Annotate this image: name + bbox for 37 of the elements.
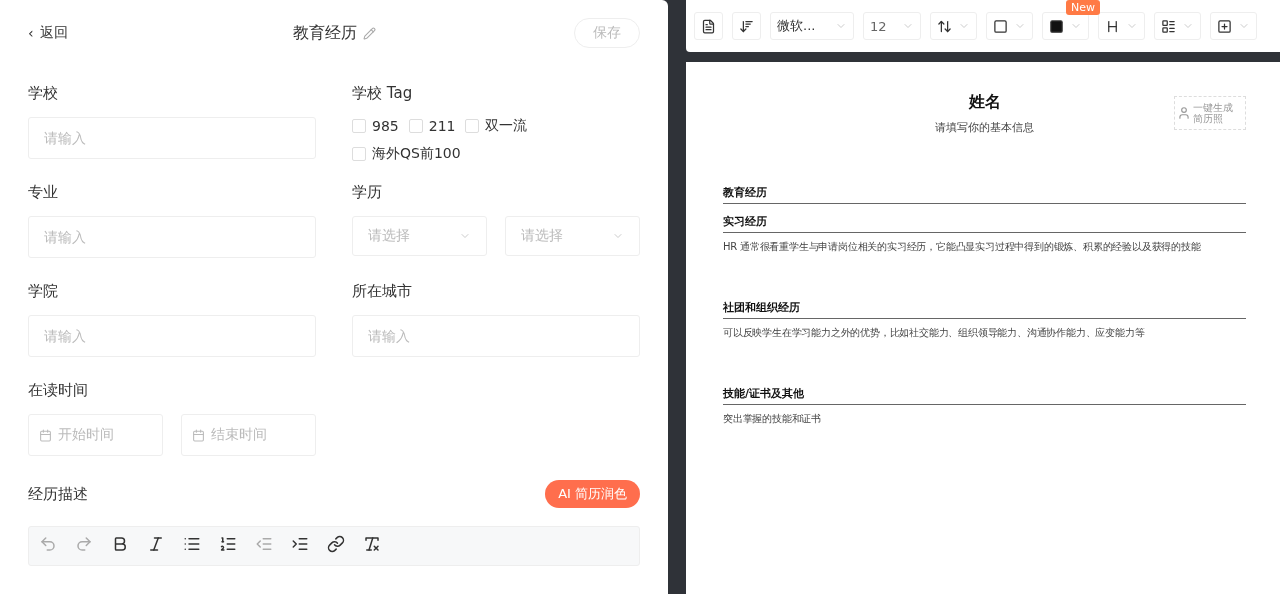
back-link[interactable]: ‹ 返回 — [28, 24, 248, 42]
field-label: 所在城市 — [352, 282, 413, 301]
select-field[interactable]: 请选择 — [505, 216, 640, 256]
select-field[interactable]: 请选择 — [352, 216, 487, 256]
text-field[interactable]: 请输入 — [352, 315, 640, 357]
section-text: 可以反映学生在学习能力之外的优势，比如社交能力、组织领导能力、沟通协作能力、应变能力等 — [723, 326, 1146, 340]
checkbox-label: 双一流 — [485, 117, 528, 135]
section-title: 教育经历 — [723, 185, 1246, 204]
section-text: 突出掌握的技能和证书 — [723, 412, 822, 426]
field-label: 专业 — [28, 183, 59, 202]
section-title: 实习经历 — [723, 214, 1246, 233]
save-button[interactable]: 保存 — [574, 18, 640, 48]
resume-subtitle: 请填写你的基本信息 — [935, 120, 1034, 135]
field-label: 经历描述 — [28, 484, 88, 504]
section-text: HR 通常很看重学生与申请岗位相关的实习经历，它能凸显实习过程中得到的锻炼、积累的经验以及获得的技能 — [723, 240, 1202, 254]
date-field[interactable]: 开始时间 — [28, 414, 163, 456]
checkbox-label: 211 — [428, 118, 456, 134]
text-field[interactable]: 请输入 — [28, 315, 316, 357]
section-title: 社团和组织经历 — [723, 300, 1246, 319]
date-field[interactable]: 结束时间 — [181, 414, 316, 456]
checkbox-label: 985 — [372, 118, 399, 134]
ai-polish-button[interactable]: AI 简历润色 — [545, 480, 640, 508]
text-field[interactable]: 请输入 — [28, 216, 316, 258]
text-field[interactable]: 请输入 — [28, 117, 316, 159]
checkbox-label: 海外QS前100 — [372, 145, 461, 163]
field-label: 学历 — [352, 183, 383, 202]
field-label: 在读时间 — [28, 381, 89, 400]
size-select[interactable]: 12 — [863, 12, 921, 40]
field-label: 学校 — [28, 84, 59, 103]
photo-placeholder[interactable]: 一键生成简历照 — [1174, 96, 1246, 130]
new-badge: New — [1066, 0, 1100, 15]
field-label: 学校 Tag — [352, 84, 414, 103]
resume-name: 姓名 — [968, 92, 1001, 113]
field-label: 学院 — [28, 282, 59, 301]
font-select[interactable]: 微软... — [770, 12, 854, 40]
section-title: 技能/证书及其他 — [723, 386, 1246, 405]
page-title: 教育经历 — [292, 22, 357, 44]
